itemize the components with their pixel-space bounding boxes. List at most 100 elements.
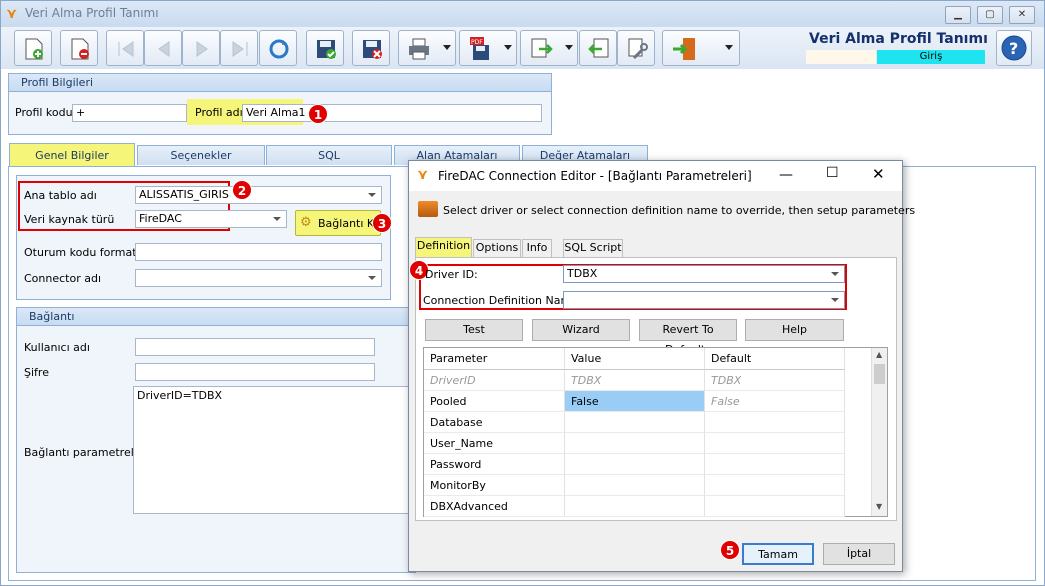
next-record-button[interactable] <box>182 30 220 66</box>
new-record-button[interactable] <box>14 30 52 66</box>
connector-label: Connector adı <box>24 272 102 285</box>
baglanti-kur-button[interactable]: ⚙ Bağlantı Kur <box>295 210 385 236</box>
dialog-description: Select driver or select connection defin… <box>443 204 916 217</box>
conndef-label: Connection Definition Name: <box>423 294 582 307</box>
grid-row-pooled-param: Pooled <box>424 391 565 412</box>
grid-row-username-value[interactable] <box>565 433 705 454</box>
veri-kaynak-select[interactable]: FireDAC <box>135 210 287 228</box>
page-title: Veri Alma Profil Tanımı <box>809 31 988 47</box>
help-dialog-button[interactable]: Help <box>745 319 844 341</box>
app-logo-icon: ⋎ <box>417 167 429 183</box>
grid-row-driverid-param: DriverID <box>424 370 565 391</box>
grid-row-pooled-value[interactable]: False <box>565 391 705 412</box>
dialog-tab-info[interactable]: Info <box>522 239 552 257</box>
delete-record-button[interactable] <box>60 30 98 66</box>
dialog-maximize-button[interactable]: ☐ <box>826 165 839 181</box>
next-icon <box>196 41 208 57</box>
grid-row-pooled-default: False <box>705 391 845 412</box>
step-badge-3: 3 <box>372 213 392 233</box>
profil-adi-value: Veri Alma1 <box>246 106 306 119</box>
parametre-label: Bağlantı parametreleri <box>24 446 149 459</box>
dialog-tab-sql-script[interactable]: SQL Script <box>563 239 623 257</box>
ana-tablo-select[interactable]: ALISSATIS_GIRIS <box>135 186 382 204</box>
grid-row-database-param: Database <box>424 412 565 433</box>
minimize-button[interactable]: ▁ <box>945 6 971 24</box>
chevron-down-icon <box>368 193 376 197</box>
svg-text:PDF: PDF <box>471 39 483 46</box>
toolbar: PDF Veri Alma Profil Tanımı Giriş ? <box>1 27 1044 69</box>
dialog-tab-options[interactable]: Options <box>473 239 521 257</box>
last-icon <box>232 41 248 57</box>
cancel-button[interactable]: İptal <box>823 543 895 565</box>
grid-header-parameter: Parameter <box>424 348 565 370</box>
grid-row-password-value[interactable] <box>565 454 705 475</box>
connection-gear-icon: ⚙ <box>300 215 312 230</box>
dialog-close-button[interactable]: ✕ <box>872 165 885 183</box>
connection-icon <box>418 201 438 217</box>
step-badge-2: 2 <box>232 180 252 200</box>
exit-door-icon <box>673 38 695 60</box>
grid-row-monitorby-param: MonitorBy <box>424 475 565 496</box>
oturum-input[interactable] <box>135 243 382 261</box>
driver-id-select[interactable]: TDBX <box>563 265 845 283</box>
kullanici-input[interactable] <box>135 338 375 356</box>
delete-document-icon <box>71 38 89 60</box>
grid-row-dbxadvanced-value[interactable] <box>565 496 705 517</box>
previous-record-button[interactable] <box>144 30 182 66</box>
grid-row-database-value[interactable] <box>565 412 705 433</box>
connector-select[interactable] <box>135 269 382 287</box>
printer-icon <box>409 38 429 60</box>
pdf-save-icon: PDF <box>470 37 489 60</box>
grid-header-value: Value <box>565 348 705 370</box>
dialog-minimize-button[interactable]: — <box>779 167 793 183</box>
save-button[interactable] <box>306 30 344 66</box>
veri-kaynak-label: Veri kaynak türü <box>24 213 115 226</box>
scroll-down-icon[interactable]: ▼ <box>876 502 882 511</box>
import-button[interactable] <box>579 30 617 66</box>
ana-tablo-label: Ana tablo adı <box>24 189 97 202</box>
export-pdf-button[interactable]: PDF <box>459 30 517 66</box>
grid-scrollbar[interactable]: ▲ ▼ <box>871 348 887 516</box>
grid-row-driverid-value[interactable]: TDBX <box>565 370 705 391</box>
last-record-button[interactable] <box>220 30 258 66</box>
ok-button[interactable]: Tamam <box>742 543 814 565</box>
sifre-input[interactable] <box>135 363 375 381</box>
test-button[interactable]: Test <box>425 319 523 341</box>
wizard-button[interactable]: Wizard <box>532 319 630 341</box>
profil-section-title: Profil Bilgileri <box>9 74 551 92</box>
first-record-button[interactable] <box>106 30 144 66</box>
window-title: Veri Alma Profil Tanımı <box>25 6 159 20</box>
kullanici-label: Kullanıcı adı <box>24 341 90 354</box>
refresh-button[interactable] <box>259 30 297 66</box>
parameter-grid[interactable]: Parameter Value Default DriverID TDBX TD… <box>423 347 888 517</box>
grid-row-database-default <box>705 412 845 433</box>
profil-kodu-input[interactable]: + <box>72 104 187 122</box>
dialog-tab-definition[interactable]: Definition <box>415 237 472 257</box>
help-button[interactable]: ? <box>996 30 1032 66</box>
scroll-thumb[interactable] <box>874 364 885 384</box>
export-button[interactable] <box>520 30 578 66</box>
parametre-memo[interactable]: DriverID=TDBX <box>133 386 413 514</box>
chevron-down-icon <box>504 45 512 50</box>
tab-secenekler[interactable]: Seçenekler <box>137 145 265 165</box>
sifre-label: Şifre <box>24 366 49 379</box>
cancel-save-icon <box>363 40 382 59</box>
grid-row-dbxadvanced-param: DBXAdvanced <box>424 496 565 517</box>
tab-genel-bilgiler[interactable]: Genel Bilgiler <box>9 143 135 167</box>
help-icon: ? <box>1001 35 1027 61</box>
settings-tools-button[interactable] <box>617 30 655 66</box>
wrench-icon <box>628 38 648 60</box>
conndef-select[interactable] <box>563 291 845 309</box>
revert-defaults-button[interactable]: Revert To Defaults <box>639 319 737 356</box>
exit-button[interactable] <box>662 30 740 66</box>
print-button[interactable] <box>398 30 456 66</box>
driver-id-label: Driver ID: <box>425 268 478 281</box>
mode-indicator-blank <box>806 50 876 64</box>
cancel-save-button[interactable] <box>352 30 390 66</box>
close-button[interactable]: ✕ <box>1009 6 1035 24</box>
chevron-down-icon <box>273 217 281 221</box>
tab-sql[interactable]: SQL <box>266 145 392 165</box>
grid-row-monitorby-value[interactable] <box>565 475 705 496</box>
scroll-up-icon[interactable]: ▲ <box>876 350 882 359</box>
maximize-button[interactable]: ▢ <box>977 6 1003 24</box>
